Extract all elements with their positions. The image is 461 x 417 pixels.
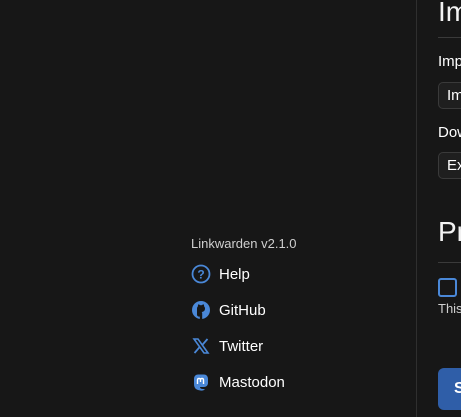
- export-data-button[interactable]: Export Data: [438, 152, 461, 179]
- twitter-link[interactable]: Twitter: [191, 336, 263, 356]
- settings-main: Import & Export Import your data from ot…: [418, 0, 461, 417]
- download-label: Download your data: [438, 124, 461, 141]
- mastodon-icon: [191, 372, 211, 392]
- mastodon-label: Mastodon: [219, 373, 285, 391]
- import-export-heading: Import & Export: [438, 0, 461, 27]
- github-link[interactable]: GitHub: [191, 300, 266, 320]
- x-twitter-icon: [191, 336, 211, 356]
- mastodon-link[interactable]: Mastodon: [191, 372, 285, 392]
- privacy-heading: Privacy: [438, 216, 461, 247]
- help-circle-icon: ?: [191, 264, 211, 284]
- twitter-label: Twitter: [219, 337, 264, 355]
- divider: [438, 37, 461, 38]
- privacy-checkbox-description: This: [438, 301, 461, 316]
- svg-text:?: ?: [197, 268, 204, 282]
- sidebar: Linkwarden v2.1.0 ? Help GitHub Twitter …: [0, 0, 417, 417]
- app-version: Linkwarden v2.1.0: [191, 236, 297, 251]
- import-from-button[interactable]: Import From: [438, 82, 461, 109]
- github-label: GitHub: [219, 301, 266, 319]
- save-button[interactable]: Save: [438, 368, 461, 410]
- help-label: Help: [219, 265, 250, 283]
- divider: [438, 262, 461, 263]
- privacy-checkbox[interactable]: [438, 278, 457, 297]
- help-link[interactable]: ? Help: [191, 264, 250, 284]
- github-icon: [191, 300, 211, 320]
- import-label: Import your data from other platforms.: [438, 53, 461, 70]
